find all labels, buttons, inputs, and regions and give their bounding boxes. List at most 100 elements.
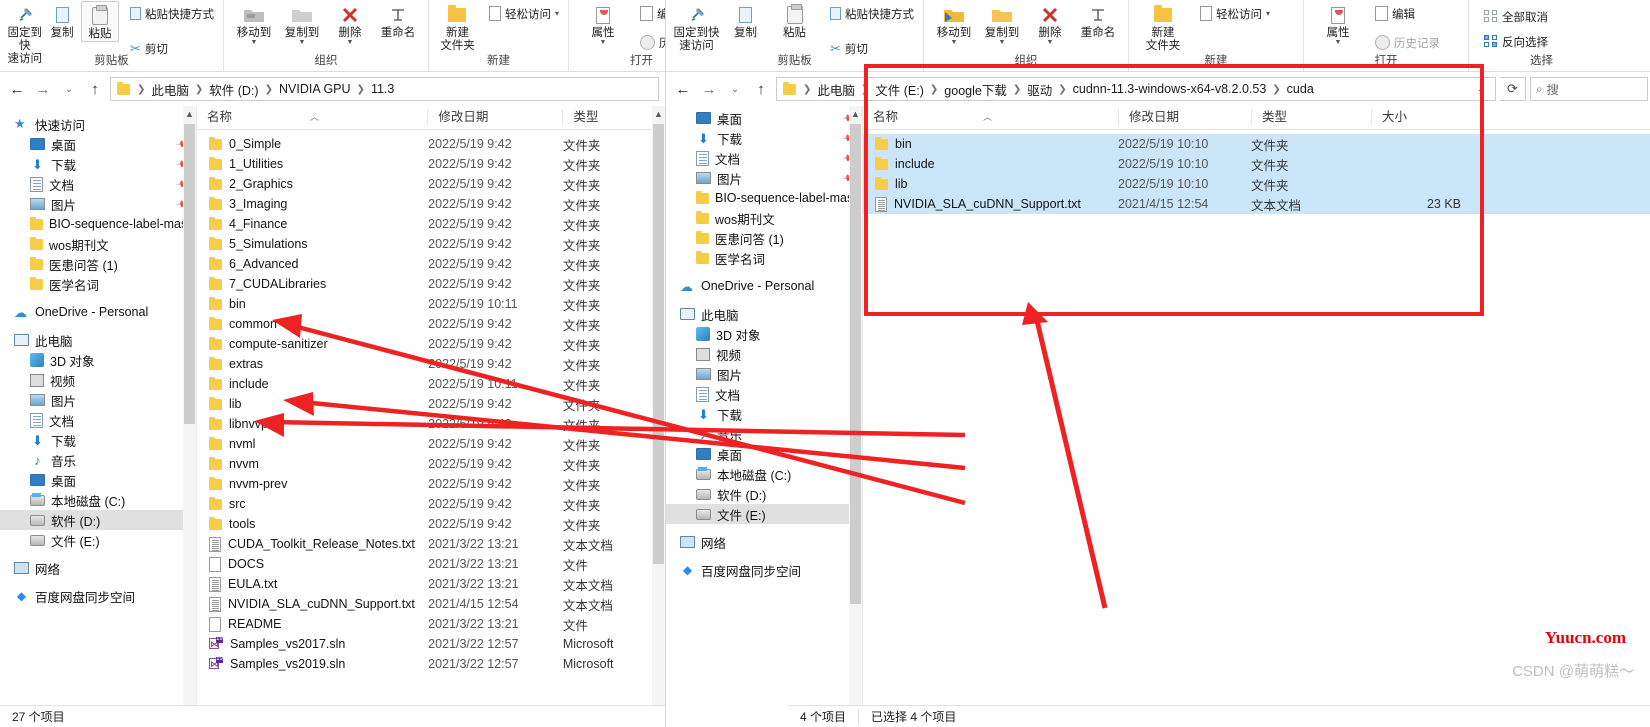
up-button[interactable]: ↑	[750, 77, 772, 101]
scroll-up-arrow[interactable]: ▲	[183, 106, 196, 122]
pin-to-quick-access-button[interactable]: 固定到快 速访问	[672, 1, 721, 53]
table-row[interactable]: NVIDIA_SLA_cuDNN_Support.txt 2021/4/15 12…	[863, 194, 1650, 214]
copy-button[interactable]: 复制	[43, 1, 80, 40]
invert-selection-button[interactable]: 反向选择	[1481, 32, 1551, 51]
chevron-down-icon[interactable]: ▼	[600, 39, 607, 46]
nav-item[interactable]: 图片📌	[666, 168, 862, 188]
nav-scroll-thumb[interactable]	[184, 124, 195, 424]
move-to-button[interactable]: 移动到 ▼	[930, 1, 978, 46]
nav-item[interactable]: 软件 (D:)	[0, 510, 196, 530]
breadcrumb-item[interactable]: 此电脑	[814, 80, 858, 99]
nav-item[interactable]: BIO-sequence-label-master	[0, 214, 196, 234]
table-row[interactable]: DOCS 2021/3/22 13:21 文件	[197, 554, 665, 574]
nav-item[interactable]: 桌面	[0, 470, 196, 490]
nav-item[interactable]: wos期刊文	[666, 208, 862, 228]
table-row[interactable]: 6_Advanced 2022/5/19 9:42 文件夹	[197, 254, 665, 274]
table-row[interactable]: nvml 2022/5/19 9:42 文件夹	[197, 434, 665, 454]
chevron-down-icon[interactable]: ▼	[299, 39, 306, 46]
list-scroll-thumb[interactable]	[653, 124, 664, 564]
column-header-name[interactable]: 名称 ︿	[197, 109, 427, 126]
table-row[interactable]: ⋈ 19 Samples_vs2019.sln 2021/3/22 12:57 Micr…	[197, 654, 665, 674]
breadcrumb-item[interactable]: google下载	[941, 80, 1010, 99]
table-row[interactable]: EULA.txt 2021/3/22 13:21 文本文档	[197, 574, 665, 594]
column-header-type[interactable]: 类型	[562, 109, 665, 126]
nav-item[interactable]: 文档	[0, 410, 196, 430]
breadcrumb-item[interactable]: NVIDIA GPU	[276, 82, 354, 96]
nav-item[interactable]: 文档	[666, 384, 862, 404]
recent-locations-button[interactable]: ⌄	[724, 77, 746, 101]
table-row[interactable]: nvvm 2022/5/19 9:42 文件夹	[197, 454, 665, 474]
breadcrumb-item[interactable]: 软件 (D:)	[206, 80, 261, 99]
back-button[interactable]: ←	[672, 77, 694, 101]
delete-button[interactable]: 删除 ▼	[1026, 1, 1074, 46]
table-row[interactable]: ⋈ 19 Samples_vs2017.sln 2021/3/22 12:57 Micr…	[197, 634, 665, 654]
column-header-date[interactable]: 修改日期	[1118, 109, 1251, 126]
nav-item[interactable]: 医患问答 (1)	[0, 254, 196, 274]
table-row[interactable]: NVIDIA_SLA_cuDNN_Support.txt 2021/4/15 12…	[197, 594, 665, 614]
address-input-left[interactable]: ❯ 此电脑 ❯ 软件 (D:) ❯ NVIDIA GPU ❯ 11.3	[110, 77, 659, 101]
navigation-pane-right[interactable]: 桌面📌⬇下载📌文档📌图片📌BIO-sequence-label-masterwo…	[666, 106, 862, 727]
scroll-up-arrow[interactable]: ▲	[849, 106, 862, 122]
easy-access-button[interactable]: 轻松访问 ▾	[1197, 4, 1273, 23]
table-row[interactable]: libnvvp 2022/5/19 9:42 文件夹	[197, 414, 665, 434]
nav-item[interactable]: 文件 (E:)	[666, 504, 862, 524]
table-row[interactable]: 7_CUDALibraries 2022/5/19 9:42 文件夹	[197, 274, 665, 294]
nav-item[interactable]: 视频	[666, 344, 862, 364]
properties-button[interactable]: 属性 ▼	[1310, 1, 1366, 46]
paste-shortcut-button[interactable]: 粘贴快捷方式	[127, 4, 217, 23]
nav-item[interactable]: 桌面📌	[0, 134, 196, 154]
chevron-down-icon[interactable]: ▼	[1047, 39, 1054, 46]
table-row[interactable]: lib 2022/5/19 9:42 文件夹	[197, 394, 665, 414]
table-row[interactable]: CUDA_Toolkit_Release_Notes.txt 2021/3/22 …	[197, 534, 665, 554]
address-input-right[interactable]: ❯ 此电脑 ❯ 文件 (E:) ❯ google下载 ❯ 驱动 ❯ cudnn-…	[776, 77, 1496, 101]
nav-item[interactable]: 本地磁盘 (C:)	[0, 490, 196, 510]
forward-button[interactable]: →	[698, 77, 720, 101]
column-header-type[interactable]: 类型	[1251, 109, 1371, 126]
chevron-down-icon[interactable]: ▼	[951, 39, 958, 46]
nav-item[interactable]: ☁ OneDrive - Personal	[666, 276, 862, 296]
chevron-down-icon[interactable]: ▾	[555, 9, 559, 17]
nav-item[interactable]: ⬇ 下载	[666, 404, 862, 424]
table-row[interactable]: 2_Graphics 2022/5/19 9:42 文件夹	[197, 174, 665, 194]
nav-item[interactable]: 图片	[666, 364, 862, 384]
nav-item[interactable]: wos期刊文	[0, 234, 196, 254]
address-dropdown-icon[interactable]: ⌄	[1471, 84, 1491, 95]
nav-item[interactable]: ⬇下载📌	[666, 128, 862, 148]
nav-item[interactable]: 网络	[0, 558, 196, 578]
nav-item[interactable]: 网络	[666, 532, 862, 552]
nav-item[interactable]: 医患问答 (1)	[666, 228, 862, 248]
nav-item[interactable]: 图片📌	[0, 194, 196, 214]
back-button[interactable]: ←	[6, 77, 28, 101]
table-row[interactable]: src 2022/5/19 9:42 文件夹	[197, 494, 665, 514]
nav-item[interactable]: 文档📌	[0, 174, 196, 194]
table-row[interactable]: compute-sanitizer 2022/5/19 9:42 文件夹	[197, 334, 665, 354]
copy-to-button[interactable]: 复制到 ▼	[278, 1, 326, 46]
file-list-scrollbar-left[interactable]: ▲ ▼	[652, 106, 665, 727]
table-row[interactable]: 4_Finance 2022/5/19 9:42 文件夹	[197, 214, 665, 234]
nav-item[interactable]: 桌面📌	[666, 108, 862, 128]
edit-button[interactable]: 编辑	[1372, 4, 1443, 23]
rename-button[interactable]: 重命名	[374, 1, 422, 40]
nav-item[interactable]: 视频	[0, 370, 196, 390]
breadcrumb-item[interactable]: 文件 (E:)	[872, 80, 927, 99]
breadcrumb-item[interactable]: cuda	[1284, 82, 1317, 96]
table-row[interactable]: 3_Imaging 2022/5/19 9:42 文件夹	[197, 194, 665, 214]
history-button[interactable]: 历史记录	[637, 33, 665, 52]
file-rows-right[interactable]: bin 2022/5/19 10:10 文件夹 include 2022/5/19 10…	[863, 130, 1650, 727]
chevron-down-icon[interactable]: ▼	[251, 39, 258, 46]
breadcrumb-item[interactable]: 驱动	[1024, 80, 1055, 99]
scroll-up-arrow[interactable]: ▲	[652, 106, 665, 122]
move-to-button[interactable]: 移动到 ▼	[230, 1, 278, 46]
breadcrumb-item[interactable]: 此电脑	[148, 80, 192, 99]
nav-item[interactable]: 3D 对象	[666, 324, 862, 344]
copy-button[interactable]: 复制	[721, 1, 770, 40]
column-header-name[interactable]: 名称 ︿	[863, 109, 1118, 126]
nav-item[interactable]: 此电脑	[0, 330, 196, 350]
properties-button[interactable]: 属性 ▼	[575, 1, 631, 46]
copy-to-button[interactable]: 复制到 ▼	[978, 1, 1026, 46]
table-row[interactable]: lib 2022/5/19 10:10 文件夹	[863, 174, 1650, 194]
table-row[interactable]: 0_Simple 2022/5/19 9:42 文件夹	[197, 134, 665, 154]
nav-scrollbar-right[interactable]: ▲ ▼	[849, 106, 862, 727]
table-row[interactable]: bin 2022/5/19 10:11 文件夹	[197, 294, 665, 314]
nav-item[interactable]: ♪ 音乐	[666, 424, 862, 444]
